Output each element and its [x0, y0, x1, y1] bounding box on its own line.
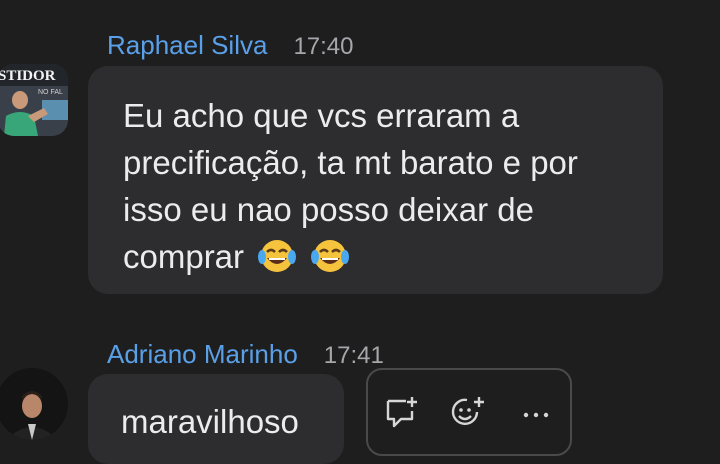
- message-raphael: STIDOR NO FAL Raphael Silva 17:40 Eu ach…: [0, 0, 720, 300]
- sender-name[interactable]: Adriano Marinho: [107, 339, 298, 370]
- reply-icon[interactable]: [378, 388, 426, 436]
- add-reaction-icon[interactable]: [445, 388, 493, 436]
- avatar-text: STIDOR: [0, 68, 56, 84]
- message-timestamp: 17:40: [293, 33, 354, 60]
- message-text: Eu acho que vcs erraram a precificação, …: [123, 97, 578, 275]
- avatar-image: STIDOR NO FAL: [0, 64, 68, 136]
- message-bubble: maravilhoso: [88, 374, 344, 464]
- message-timestamp: 17:41: [323, 342, 384, 369]
- avatar-subtext: NO FAL: [38, 89, 63, 96]
- sender-name[interactable]: Raphael Silva: [107, 30, 267, 61]
- message-actions-toolbar: [366, 368, 572, 456]
- joy-emoji: [310, 238, 350, 286]
- message-adriano: Adriano Marinho 17:41 maravilhoso: [0, 300, 720, 464]
- avatar[interactable]: [0, 368, 68, 440]
- avatar[interactable]: STIDOR NO FAL: [0, 64, 68, 136]
- avatar-image: [0, 368, 68, 440]
- message-bubble: Eu acho que vcs erraram a precificação, …: [88, 66, 663, 294]
- message-text: maravilhoso: [121, 403, 299, 440]
- more-icon[interactable]: [512, 388, 560, 436]
- joy-emoji: [257, 238, 297, 286]
